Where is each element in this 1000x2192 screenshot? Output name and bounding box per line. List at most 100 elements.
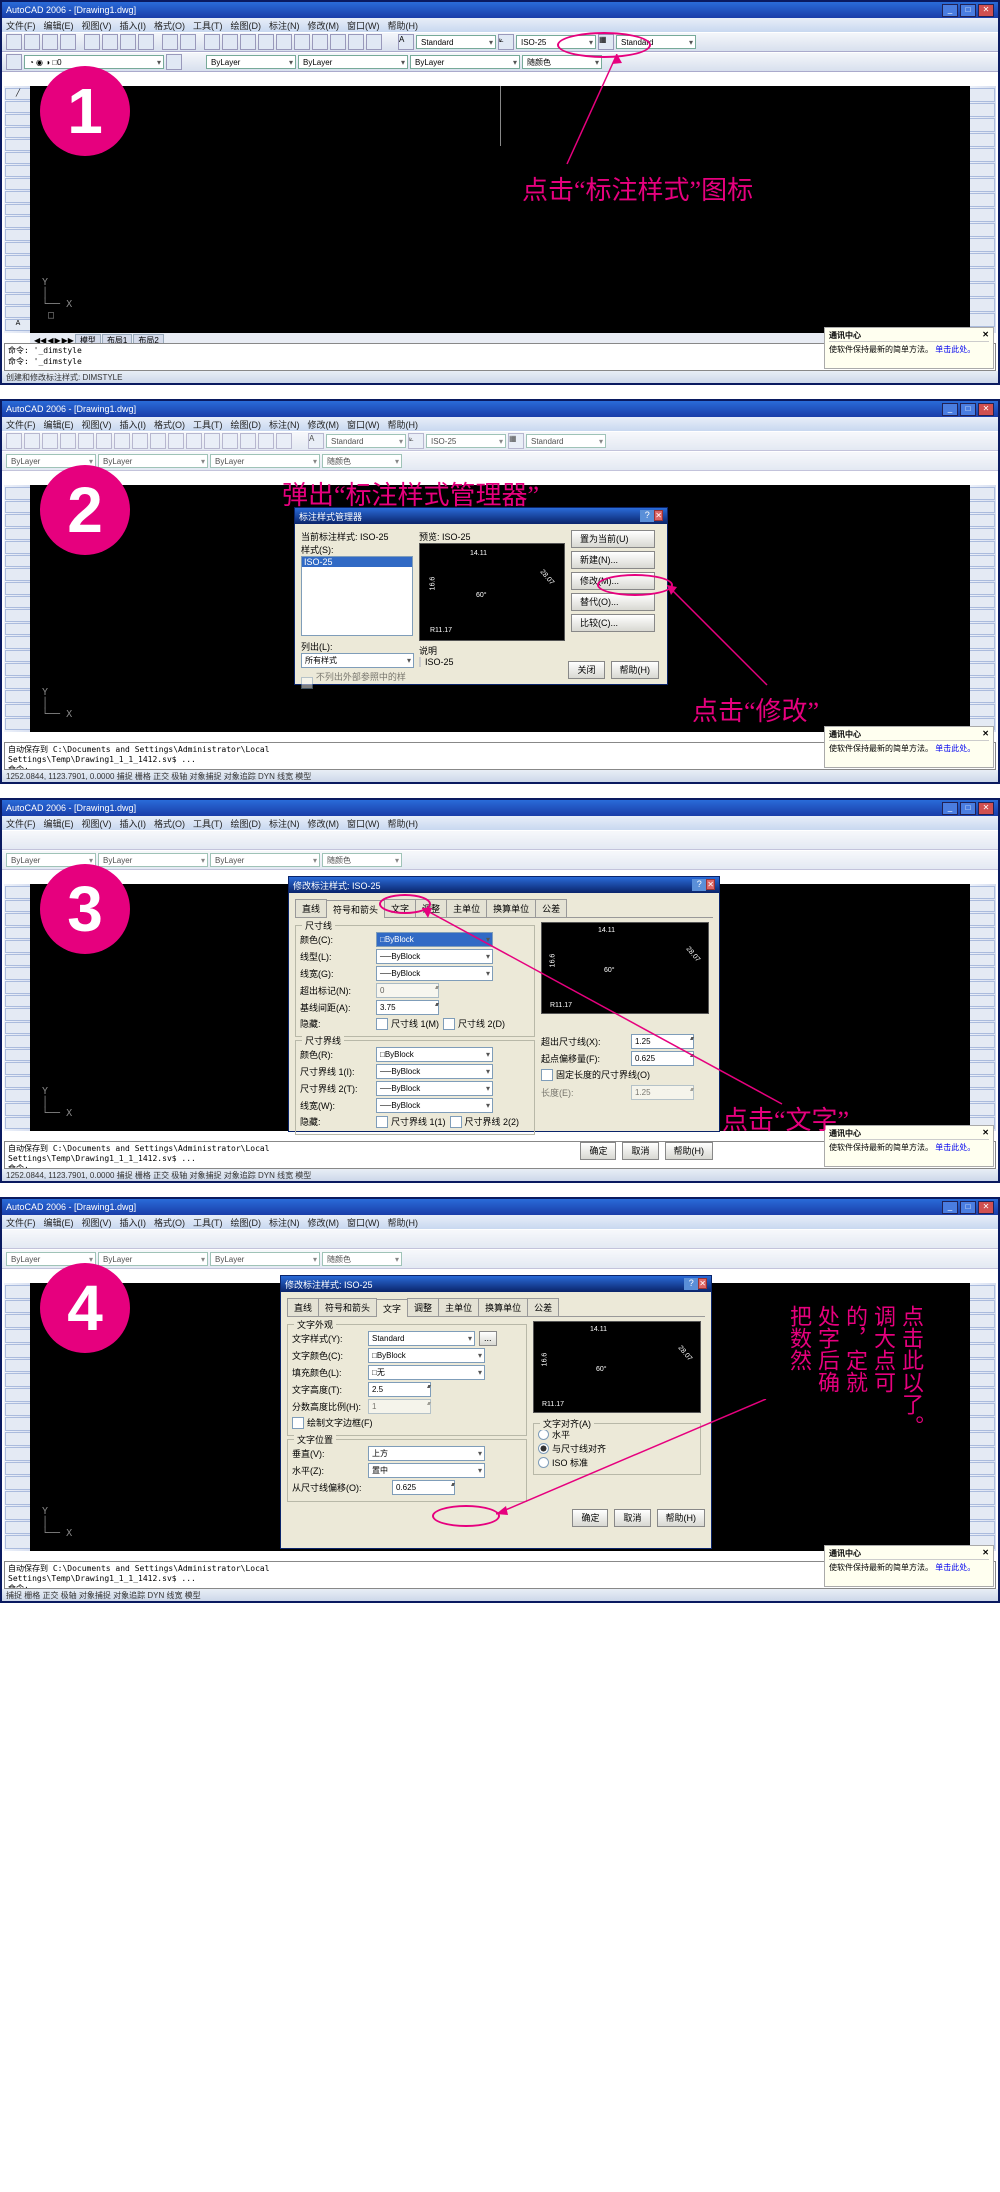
tool-icon[interactable]	[969, 609, 995, 622]
menu-dim[interactable]: 标注(N)	[269, 418, 300, 431]
cc-close-icon[interactable]: ✕	[982, 330, 989, 341]
tool-icon[interactable]	[969, 1417, 995, 1431]
minimize-button[interactable]: _	[942, 4, 958, 17]
array-icon[interactable]	[969, 148, 995, 162]
tool-icon[interactable]	[5, 650, 31, 663]
tool-icon[interactable]	[5, 1089, 31, 1102]
tool-icon[interactable]	[5, 954, 31, 967]
trim-icon[interactable]	[969, 223, 995, 237]
hatch-icon[interactable]	[5, 268, 31, 280]
scale-icon[interactable]	[969, 193, 995, 207]
tool-icon[interactable]	[5, 663, 31, 676]
tool-icon[interactable]	[5, 1035, 31, 1048]
menu-modify[interactable]: 修改(M)	[308, 19, 340, 32]
tb-icon[interactable]	[114, 433, 130, 449]
menu-view[interactable]: 视图(V)	[82, 19, 112, 32]
tool-icon[interactable]	[969, 528, 995, 541]
menu-dim[interactable]: 标注(N)	[269, 19, 300, 32]
tool-icon[interactable]	[5, 528, 31, 541]
tool-icon[interactable]	[5, 1008, 31, 1021]
qcalc-icon[interactable]	[348, 34, 364, 50]
sheet-icon[interactable]	[312, 34, 328, 50]
tool-icon[interactable]	[969, 568, 995, 581]
pan-icon[interactable]	[204, 34, 220, 50]
tool-icon[interactable]	[5, 1447, 31, 1461]
close-button[interactable]: ✕	[978, 4, 994, 17]
cut-icon[interactable]	[84, 34, 100, 50]
ellipse-icon[interactable]	[5, 204, 31, 216]
point-icon[interactable]	[5, 255, 31, 267]
mtext-icon[interactable]: A	[5, 319, 31, 331]
plot-icon[interactable]	[60, 34, 76, 50]
new-style-button[interactable]: 新建(N)...	[571, 551, 655, 569]
tool-icon[interactable]	[969, 1076, 995, 1089]
tb-icon[interactable]	[42, 433, 58, 449]
tb-icon[interactable]	[132, 433, 148, 449]
tool-icon[interactable]	[969, 690, 995, 703]
tb-icon[interactable]	[60, 433, 76, 449]
help-button[interactable]: 帮助(H)	[611, 661, 660, 679]
tool-icon[interactable]	[969, 555, 995, 568]
zoomw-icon[interactable]	[240, 34, 256, 50]
tool-icon[interactable]	[5, 514, 31, 527]
menu-tools[interactable]: 工具(T)	[193, 19, 223, 32]
tool-icon[interactable]	[5, 1462, 31, 1476]
tool-icon[interactable]	[969, 1373, 995, 1387]
menu-format[interactable]: 格式(O)	[154, 19, 185, 32]
tool-icon[interactable]	[5, 677, 31, 690]
erase-icon[interactable]	[969, 88, 995, 102]
tool-icon[interactable]	[969, 1008, 995, 1021]
menu-insert[interactable]: 插入(I)	[120, 19, 147, 32]
plotstyle-dropdown[interactable]: 随颜色	[322, 454, 402, 468]
tool-icon[interactable]	[5, 1476, 31, 1490]
spline-icon[interactable]	[5, 191, 31, 203]
tool-icon[interactable]	[5, 501, 31, 514]
fillet-icon[interactable]	[969, 298, 995, 312]
tool-icon[interactable]	[969, 704, 995, 717]
tool-icon[interactable]	[5, 555, 31, 568]
comm-center-balloon[interactable]: 通讯中心✕使软件保持最新的简单方法。 单击此处。	[824, 726, 994, 768]
tool-icon[interactable]	[5, 690, 31, 703]
tool-icon[interactable]	[5, 609, 31, 622]
xline-icon[interactable]	[5, 101, 31, 113]
list-filter-dropdown[interactable]: 所有样式	[301, 653, 414, 668]
region-icon[interactable]	[5, 294, 31, 306]
tool-icon[interactable]	[5, 913, 31, 926]
textstyle-icon[interactable]: A	[308, 433, 324, 449]
help-button[interactable]: 帮助(H)	[665, 1142, 714, 1160]
dim-style-dropdown[interactable]: ISO-25	[426, 434, 506, 448]
redo-icon[interactable]	[180, 34, 196, 50]
tool-icon[interactable]	[5, 1417, 31, 1431]
arc-icon[interactable]	[5, 152, 31, 164]
linetype-dropdown[interactable]: ByLayer	[298, 55, 408, 69]
tool-icon[interactable]	[5, 1535, 31, 1549]
tool-icon[interactable]	[5, 623, 31, 636]
tb-icon[interactable]	[168, 433, 184, 449]
tool-icon[interactable]	[969, 487, 995, 500]
textstyle-icon[interactable]: A	[398, 34, 414, 50]
dialog-close-icon[interactable]: ✕	[706, 879, 715, 890]
sup-el1-checkbox[interactable]: 尺寸界线 1(1)	[376, 1115, 446, 1128]
tool-icon[interactable]	[5, 1432, 31, 1446]
dialog-close-icon[interactable]: ✕	[698, 1278, 707, 1289]
tool-icon[interactable]	[5, 1300, 31, 1314]
tool-icon[interactable]	[5, 1506, 31, 1520]
tool-icon[interactable]	[5, 596, 31, 609]
text-style-dropdown[interactable]: Standard	[326, 434, 406, 448]
tool-icon[interactable]	[969, 1344, 995, 1358]
tool-icon[interactable]	[969, 596, 995, 609]
menu-help[interactable]: 帮助(H)	[388, 19, 419, 32]
tool-icon[interactable]	[969, 886, 995, 899]
tool-icon[interactable]	[969, 981, 995, 994]
tool-icon[interactable]	[969, 1022, 995, 1035]
tool-icon[interactable]	[969, 940, 995, 953]
tool-icon[interactable]	[969, 1521, 995, 1535]
tool-icon[interactable]	[969, 1491, 995, 1505]
tool-icon[interactable]	[969, 1049, 995, 1062]
fill-color-dropdown[interactable]: □ 无	[368, 1365, 485, 1380]
tab-symbols[interactable]: 符号和箭头	[326, 900, 385, 918]
tab-fit[interactable]: 调整	[407, 1298, 439, 1316]
offset-spin[interactable]: 0.625	[392, 1480, 455, 1495]
revcloud-icon[interactable]	[5, 178, 31, 190]
text-height-spin[interactable]: 2.5	[368, 1382, 431, 1397]
